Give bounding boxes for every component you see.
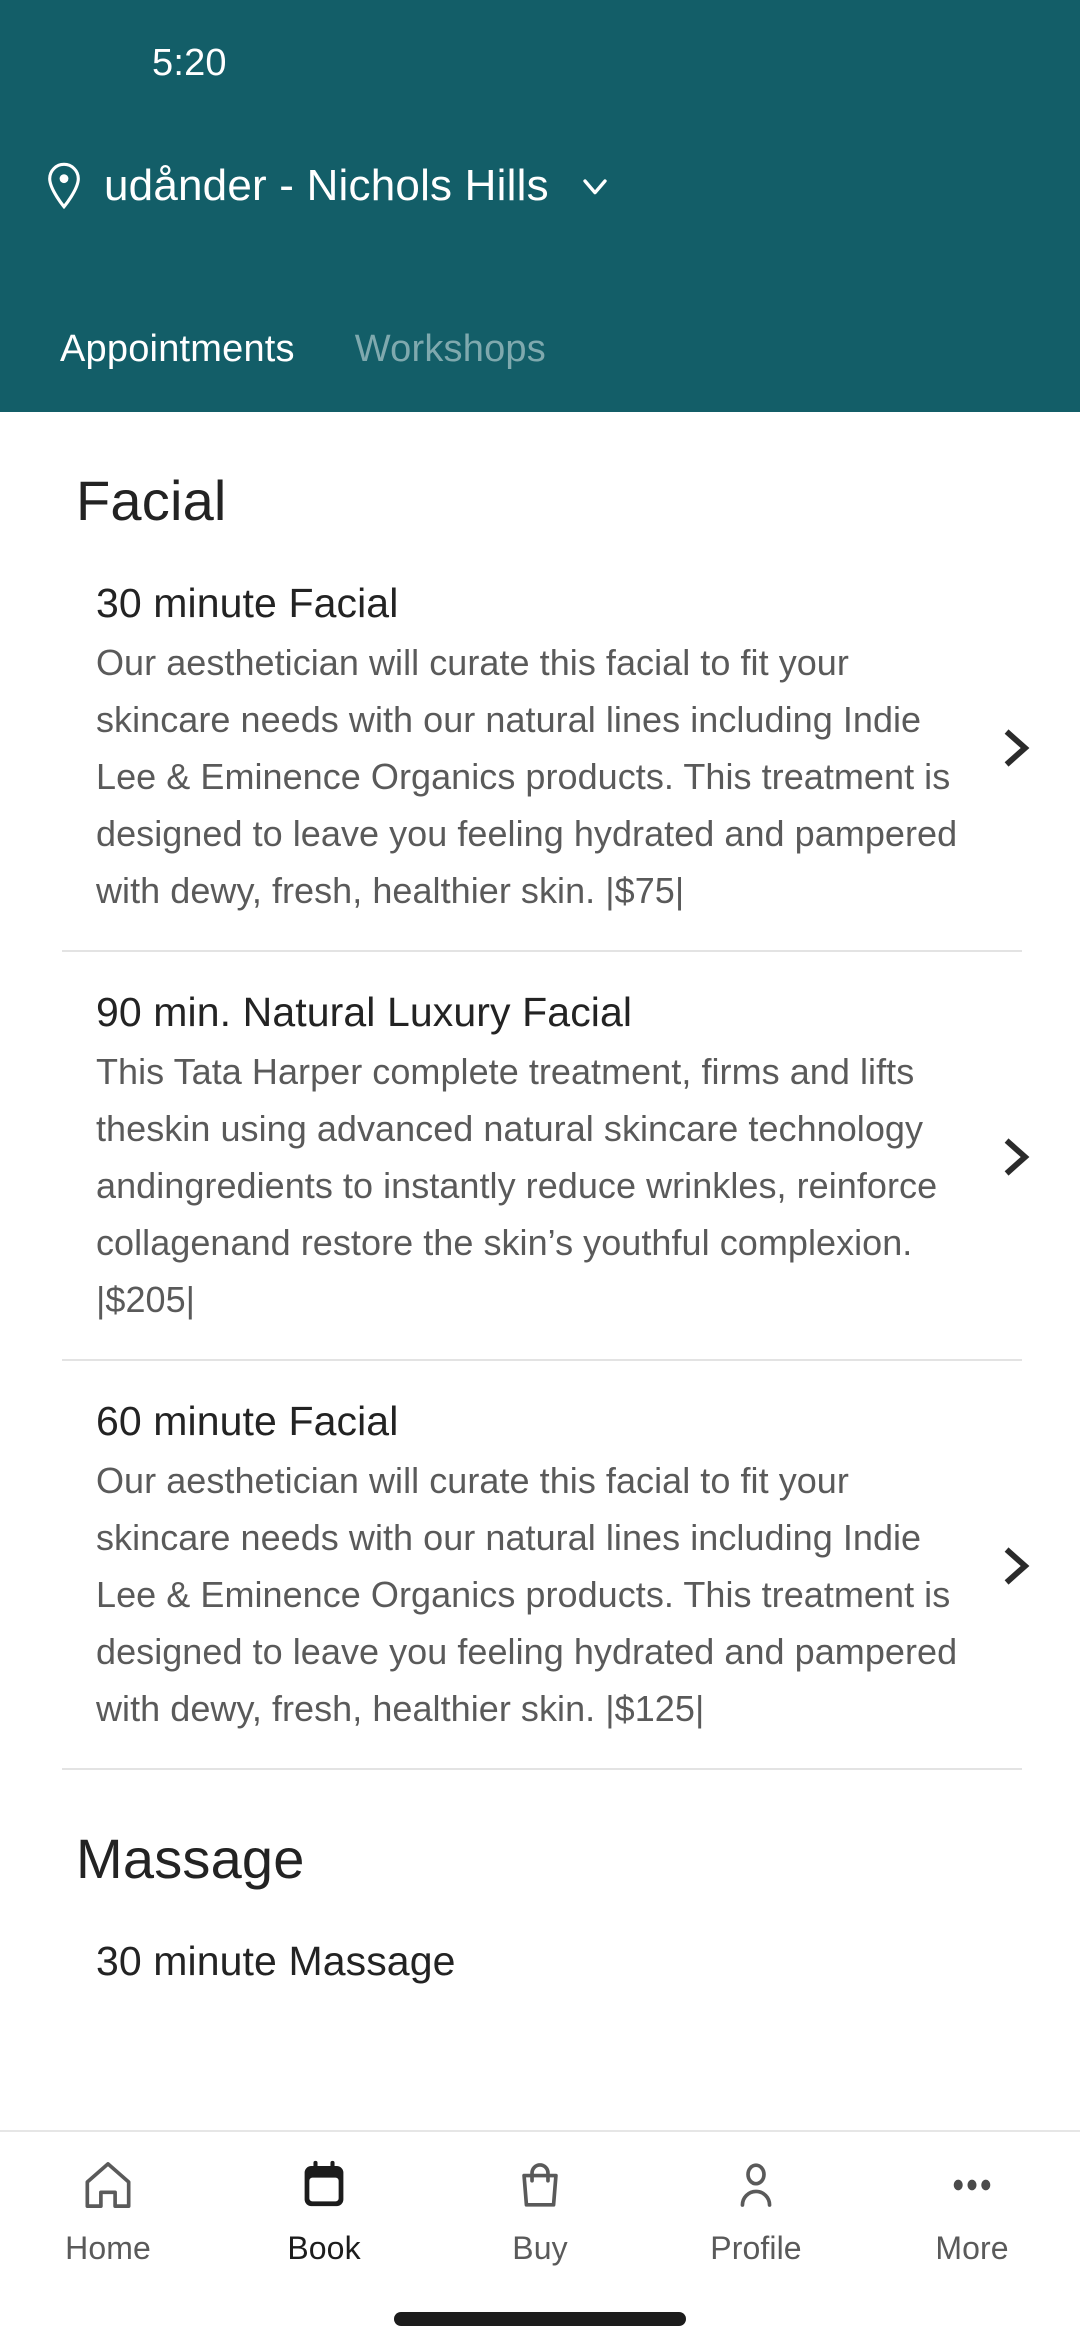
service-list-massage: 30 minute Massage (0, 1901, 1080, 2023)
status-bar: 5:20 (0, 0, 1080, 110)
nav-item-more[interactable]: More (864, 2154, 1080, 2267)
bag-icon (512, 2154, 568, 2216)
service-text: 90 min. Natural Luxury Facial This Tata … (0, 986, 994, 1329)
location-pin-icon (42, 160, 86, 212)
list-item[interactable]: 30 minute Massage (0, 1901, 1080, 2023)
nav-label: Profile (710, 2230, 802, 2266)
list-item[interactable]: 60 minute Facial Our aesthetician will c… (0, 1361, 1080, 1768)
service-description: Our aesthetician will curate this facial… (96, 642, 958, 911)
home-indicator (394, 2312, 686, 2326)
nav-item-book[interactable]: Book (216, 2154, 432, 2267)
nav-label: Buy (512, 2230, 568, 2266)
service-title: 30 minute Facial (96, 580, 399, 626)
list-item[interactable]: 90 min. Natural Luxury Facial This Tata … (0, 952, 1080, 1359)
chevron-down-icon[interactable] (575, 166, 615, 206)
app-header: 5:20 udånder - Nichols Hills Appointment… (0, 0, 1080, 412)
tab-appointments[interactable]: Appointments (30, 328, 325, 371)
nav-label: Home (65, 2230, 151, 2266)
service-title: 30 minute Massage (96, 1937, 456, 1984)
service-text: 30 minute Massage (0, 1935, 1080, 1993)
nav-item-profile[interactable]: Profile (648, 2154, 864, 2267)
service-title: 60 minute Facial (96, 1397, 399, 1444)
service-description: Our aesthetician will curate this facial… (96, 1460, 958, 1729)
service-text: 30 minute Facial Our aesthetician will c… (0, 577, 994, 920)
bottom-navigation: Home Book Buy Profile More (0, 2130, 1080, 2340)
service-title: 90 min. Natural Luxury Facial (96, 988, 633, 1035)
header-tabs: Appointments Workshops (0, 286, 1080, 412)
ellipsis-icon (944, 2154, 1000, 2216)
service-description: This Tata Harper complete treatment, fir… (96, 1051, 938, 1320)
nav-item-buy[interactable]: Buy (432, 2154, 648, 2267)
service-list-facial: 30 minute Facial Our aesthetician will c… (0, 543, 1080, 1770)
chevron-right-icon[interactable] (994, 1128, 1038, 1186)
list-item[interactable]: 30 minute Facial Our aesthetician will c… (0, 543, 1080, 950)
section-title-facial: Facial (76, 469, 227, 532)
home-icon (80, 2154, 136, 2216)
person-icon (728, 2154, 784, 2216)
chevron-right-icon[interactable] (994, 719, 1038, 777)
nav-item-home[interactable]: Home (0, 2154, 216, 2267)
section-title-massage: Massage (76, 1826, 305, 1890)
location-selector[interactable]: udånder - Nichols Hills (0, 138, 1080, 234)
service-scroll-area[interactable]: Facial 30 minute Facial Our aesthetician… (0, 412, 1080, 2130)
service-text: 60 minute Facial Our aesthetician will c… (0, 1395, 994, 1738)
chevron-right-icon[interactable] (994, 1537, 1038, 1595)
nav-label: More (935, 2230, 1009, 2266)
nav-label: Book (287, 2230, 361, 2266)
location-name: udånder - Nichols Hills (104, 161, 549, 210)
status-bar-time: 5:20 (152, 42, 227, 84)
calendar-icon (296, 2154, 352, 2216)
tab-workshops[interactable]: Workshops (325, 328, 576, 371)
app-root: 5:20 udånder - Nichols Hills Appointment… (0, 0, 1080, 2340)
